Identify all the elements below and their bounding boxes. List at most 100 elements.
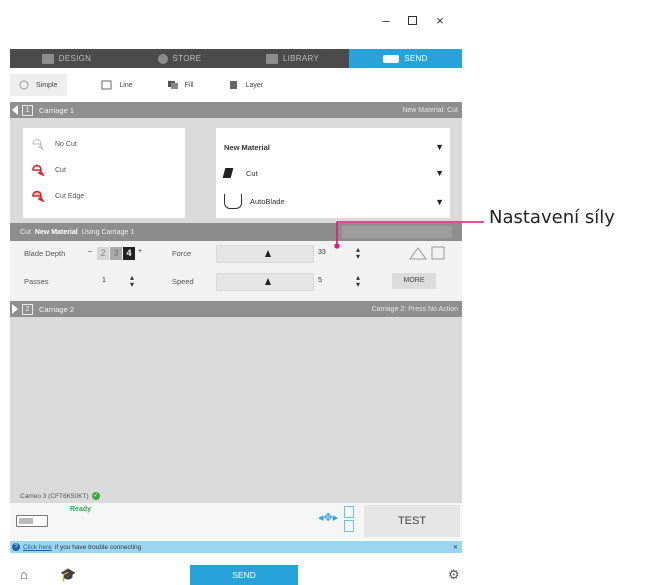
force-value[interactable]: 33 bbox=[318, 249, 326, 256]
chevron-down-icon: ▼ bbox=[435, 142, 444, 152]
tool-dropdown[interactable]: AutoBlade ▼ bbox=[224, 194, 444, 209]
no-cut-icon bbox=[32, 139, 45, 150]
force-slider-thumb[interactable] bbox=[265, 250, 271, 257]
carriage-2-label: Carriage 2 bbox=[39, 304, 75, 314]
help-text: if you have trouble connecting bbox=[54, 543, 142, 551]
option-cut-label: Cut bbox=[55, 166, 66, 174]
material-selection-box: New Material ▼ Cut ▼ AutoBlade ▼ bbox=[216, 128, 450, 218]
callout-pointer bbox=[334, 221, 484, 249]
close-button[interactable]: × bbox=[430, 12, 450, 30]
speed-label: Speed bbox=[172, 277, 194, 286]
feed-icon[interactable] bbox=[344, 506, 354, 532]
bottom-bar: ⌂ 🎓 SEND ⚙ bbox=[0, 557, 467, 585]
tutorial-icon[interactable]: 🎓 bbox=[60, 567, 76, 583]
main-tabs: DESIGN STORE LIBRARY SEND bbox=[10, 49, 462, 68]
send-icon bbox=[383, 54, 400, 63]
empty-area bbox=[10, 317, 462, 493]
tab-library[interactable]: LIBRARY bbox=[236, 49, 349, 68]
collapse-icon bbox=[12, 105, 18, 115]
speed-slider[interactable] bbox=[216, 273, 314, 291]
title-bar: – × bbox=[0, 0, 467, 42]
info-prefix: Cut bbox=[20, 228, 31, 236]
action-dropdown[interactable]: Cut ▼ bbox=[222, 168, 444, 178]
mode-layer[interactable]: Layer bbox=[222, 80, 264, 90]
passes-value[interactable]: 1 bbox=[102, 277, 106, 284]
device-name: Cameo 3 (CFT6K50KT) bbox=[20, 492, 89, 500]
force-label: Force bbox=[172, 249, 192, 258]
carriage-1-panel: No Cut Cut Cut Edge New Material ▼ Cut ▼ bbox=[10, 118, 462, 301]
send-button[interactable]: SEND bbox=[190, 565, 298, 585]
expand-icon bbox=[12, 304, 18, 314]
mode-simple[interactable]: Simple bbox=[10, 74, 68, 96]
force-slider[interactable] bbox=[216, 245, 314, 263]
tab-design-label: DESIGN bbox=[58, 54, 92, 63]
check-icon: ✓ bbox=[91, 492, 100, 500]
carriage-2-bar[interactable]: 2 Carriage 2 Carriage 2: Press No Action bbox=[10, 301, 462, 317]
line-icon bbox=[101, 80, 112, 90]
action-dropdown-label: Cut bbox=[246, 168, 258, 178]
tab-store-label: STORE bbox=[172, 54, 202, 63]
cut-action-icon bbox=[222, 168, 234, 178]
speed-stepper[interactable]: ▴ ▾ bbox=[356, 274, 360, 289]
fill-icon bbox=[167, 81, 178, 89]
material-dropdown[interactable]: New Material ▼ bbox=[224, 142, 444, 152]
chevron-down-icon: ▼ bbox=[435, 196, 444, 207]
tab-library-label: LIBRARY bbox=[282, 54, 320, 63]
tab-design[interactable]: DESIGN bbox=[10, 49, 123, 68]
test-button[interactable]: TEST bbox=[364, 505, 460, 537]
option-cut-edge[interactable]: Cut Edge bbox=[31, 190, 84, 202]
minimize-button[interactable]: – bbox=[376, 12, 396, 30]
info-material: New Material bbox=[34, 228, 78, 236]
autoblade-icon bbox=[224, 194, 242, 209]
help-bar: ? Click here if you have trouble connect… bbox=[10, 541, 462, 553]
layer-icon bbox=[229, 81, 237, 89]
speed-slider-thumb[interactable] bbox=[265, 278, 271, 285]
mode-fill-label: Fill bbox=[184, 81, 194, 89]
mode-line[interactable]: Line bbox=[95, 80, 133, 90]
option-no-cut[interactable]: No Cut bbox=[31, 138, 77, 150]
cut-options-box: No Cut Cut Cut Edge bbox=[23, 128, 185, 218]
chevron-down-icon: ▼ bbox=[435, 168, 444, 178]
carriage-1-material: New Material: Cut bbox=[402, 106, 458, 114]
cutter-settings-icon[interactable]: ⌂ bbox=[20, 567, 28, 582]
material-dropdown-label: New Material bbox=[224, 142, 270, 152]
option-no-cut-label: No Cut bbox=[55, 140, 77, 148]
carriage-2-number: 2 bbox=[22, 303, 33, 315]
blade-depth-decrease[interactable]: – bbox=[88, 248, 92, 255]
cut-settings: Blade Depth – 2 3 4 + Passes 1 ▴ ▾ Force … bbox=[10, 241, 462, 301]
passes-label: Passes bbox=[24, 277, 49, 286]
cut-icon bbox=[32, 164, 45, 176]
mode-line-label: Line bbox=[119, 81, 133, 89]
speed-value[interactable]: 5 bbox=[318, 277, 322, 284]
more-button[interactable]: MORE bbox=[392, 273, 436, 289]
cut-edge-icon bbox=[32, 190, 45, 202]
carriage-2-status: Carriage 2: Press No Action bbox=[371, 305, 458, 313]
design-icon bbox=[41, 53, 54, 64]
blade-depth-value-2[interactable]: 2 bbox=[97, 247, 109, 260]
option-cut[interactable]: Cut bbox=[31, 164, 66, 176]
cutter-icon bbox=[16, 515, 48, 527]
tab-store[interactable]: STORE bbox=[123, 49, 236, 68]
library-icon bbox=[265, 53, 278, 64]
help-link[interactable]: Click here bbox=[23, 544, 52, 551]
tab-send[interactable]: SEND bbox=[349, 49, 462, 68]
silhouette-studio-window: – × DESIGN STORE LIBRARY SEND Simple Lin… bbox=[0, 0, 467, 585]
gear-icon[interactable]: ⚙ bbox=[448, 567, 460, 583]
close-help-icon[interactable]: ✕ bbox=[453, 544, 462, 551]
passes-stepper[interactable]: ▴ ▾ bbox=[130, 274, 134, 289]
carriage-1-number: 1 bbox=[22, 104, 33, 116]
blade-depth-value-3[interactable]: 3 bbox=[110, 247, 122, 260]
tool-dropdown-label: AutoBlade bbox=[250, 197, 285, 206]
callout-label: Nastavení síly bbox=[489, 207, 615, 228]
help-icon: ? bbox=[12, 543, 20, 551]
info-suffix: Using Carriage 1 bbox=[81, 228, 135, 236]
restore-button[interactable] bbox=[402, 12, 422, 30]
mode-layer-label: Layer bbox=[245, 81, 264, 89]
blade-depth-label: Blade Depth bbox=[24, 249, 66, 258]
mode-fill[interactable]: Fill bbox=[161, 80, 194, 90]
option-cut-edge-label: Cut Edge bbox=[55, 192, 85, 200]
blade-depth-increase[interactable]: + bbox=[138, 248, 142, 255]
blade-depth-value-4[interactable]: 4 bbox=[123, 247, 135, 260]
carriage-1-bar[interactable]: 1 Carriage 1 New Material: Cut bbox=[10, 102, 462, 118]
move-arrows-icon[interactable]: ◂✥▸ bbox=[318, 511, 338, 524]
